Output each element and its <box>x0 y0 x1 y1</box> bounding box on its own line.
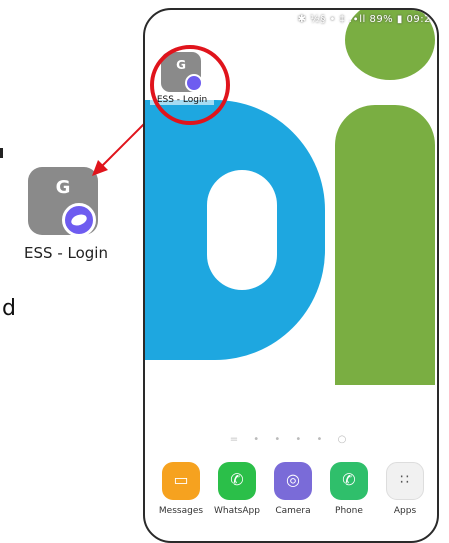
dock-app-label: Apps <box>393 506 417 516</box>
page-indicator[interactable]: = • • • • ○ <box>145 434 437 445</box>
app-dock: ▭ Messages ✆ WhatsApp ◎ Camera ✆ Phone ∷… <box>145 448 437 528</box>
dock-app-camera[interactable]: ◎ Camera <box>265 462 321 516</box>
dock-app-phone[interactable]: ✆ Phone <box>321 462 377 516</box>
dock-app-messages[interactable]: ▭ Messages <box>153 462 209 516</box>
highlight-circle <box>150 45 230 125</box>
camera-icon[interactable]: ◎ <box>274 462 312 500</box>
dock-app-label: Phone <box>335 506 363 516</box>
whatsapp-icon[interactable]: ✆ <box>218 462 256 500</box>
dock-app-label: Messages <box>158 506 204 516</box>
messages-icon[interactable]: ▭ <box>162 462 200 500</box>
phone-home-screen: ✱ ½§ • ‡ .∙ll 89% ▮ 09:2 G ESS - Login =… <box>143 8 439 543</box>
dock-app-whatsapp[interactable]: ✆ WhatsApp <box>209 462 265 516</box>
phone-icon[interactable]: ✆ <box>330 462 368 500</box>
dock-app-label: Camera <box>275 506 311 516</box>
status-bar: ✱ ½§ • ‡ .∙ll 89% ▮ 09:2 <box>297 14 431 25</box>
apps-grid-icon[interactable]: ∷ <box>386 462 424 500</box>
dock-app-label: WhatsApp <box>214 506 260 516</box>
dock-app-apps[interactable]: ∷ Apps <box>377 462 433 516</box>
wallpaper-shape <box>207 170 277 290</box>
wallpaper-shape <box>335 105 435 385</box>
